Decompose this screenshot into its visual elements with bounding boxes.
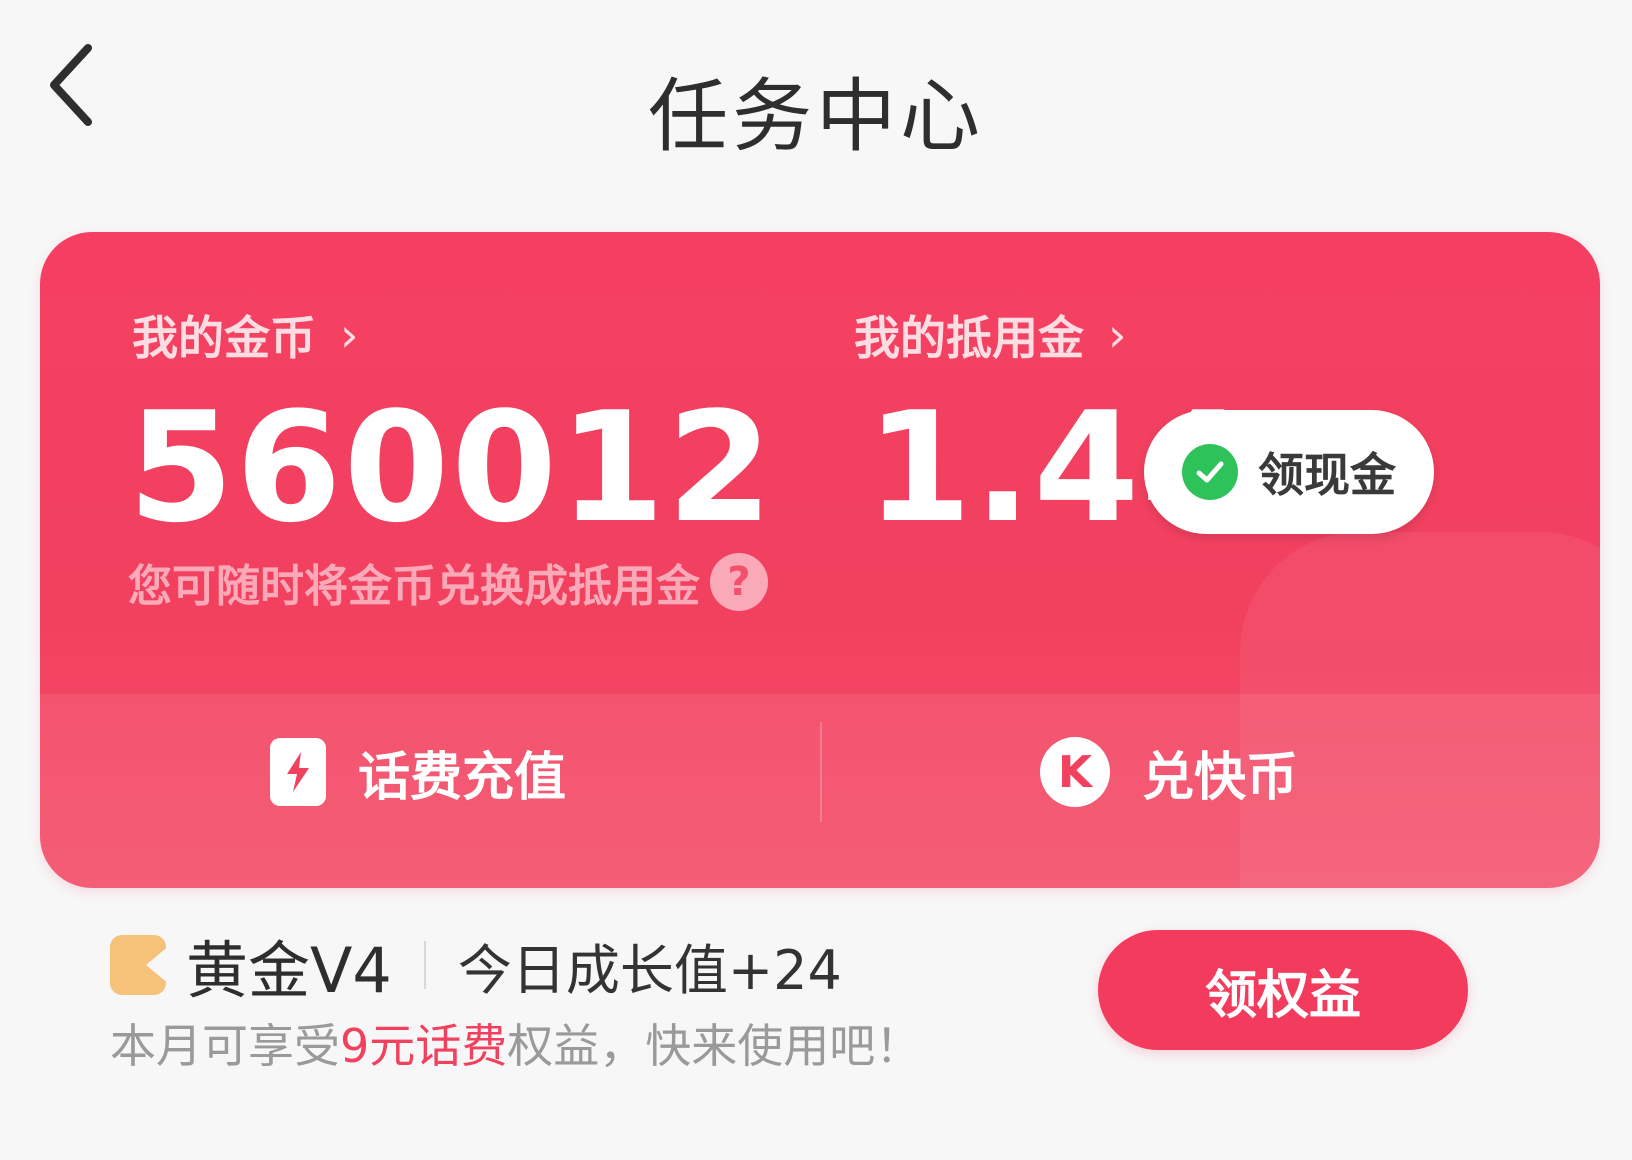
action-divider [820, 722, 822, 822]
my-coins-label: 我的金币 [132, 311, 316, 365]
withdraw-cash-button[interactable]: 领现金 [1144, 410, 1434, 534]
help-icon[interactable]: ? [710, 553, 768, 611]
my-credit-link[interactable]: 我的抵用金 › [854, 302, 1126, 368]
phone-recharge-button[interactable]: 话费充值 [270, 722, 566, 822]
gold-level-badge-icon [110, 935, 166, 995]
level-separator [423, 941, 426, 989]
page-title: 任务中心 [648, 70, 984, 163]
benefit-prefix: 本月可享受 [110, 1019, 340, 1073]
my-coins-link[interactable]: 我的金币 › [132, 302, 358, 368]
benefit-description: 本月可享受9元话费权益，快来使用吧！ [110, 1010, 921, 1076]
chevron-right-icon: › [1108, 308, 1127, 362]
wechat-icon [1182, 444, 1238, 500]
benefit-highlight: 9元话费 [340, 1019, 508, 1073]
coins-value: 560012 [128, 379, 775, 556]
claim-benefits-button[interactable]: 领权益 [1098, 930, 1468, 1050]
task-center-page: 任务中心 我的金币 › 我的抵用金 › 560012 1.44 领现金 您可随时… [0, 0, 1632, 1160]
phone-recharge-label: 话费充值 [358, 747, 567, 808]
exchange-kcoin-label: 兑快币 [1142, 747, 1299, 808]
member-level-row: 黄金V4 今日成长值+24 [110, 920, 842, 1010]
exchange-kcoin-button[interactable]: K 兑快币 [1040, 722, 1298, 822]
benefit-suffix: 权益，快来使用吧！ [507, 1019, 922, 1073]
chevron-right-icon: › [340, 308, 359, 362]
exchange-hint-text: 您可随时将金币兑换成抵用金 [128, 561, 700, 612]
card-decoration [1240, 532, 1600, 888]
growth-today: 今日成长值+24 [457, 938, 842, 1002]
wallet-card: 我的金币 › 我的抵用金 › 560012 1.44 领现金 您可随时将金币兑换… [40, 232, 1600, 888]
header: 任务中心 [0, 0, 1632, 200]
bolt-icon [270, 738, 326, 806]
withdraw-cash-label: 领现金 [1258, 448, 1396, 502]
exchange-hint: 您可随时将金币兑换成抵用金 ? [128, 550, 768, 614]
my-credit-label: 我的抵用金 [854, 311, 1084, 365]
k-coin-icon: K [1040, 737, 1110, 807]
level-name: 黄金V4 [186, 934, 392, 1007]
